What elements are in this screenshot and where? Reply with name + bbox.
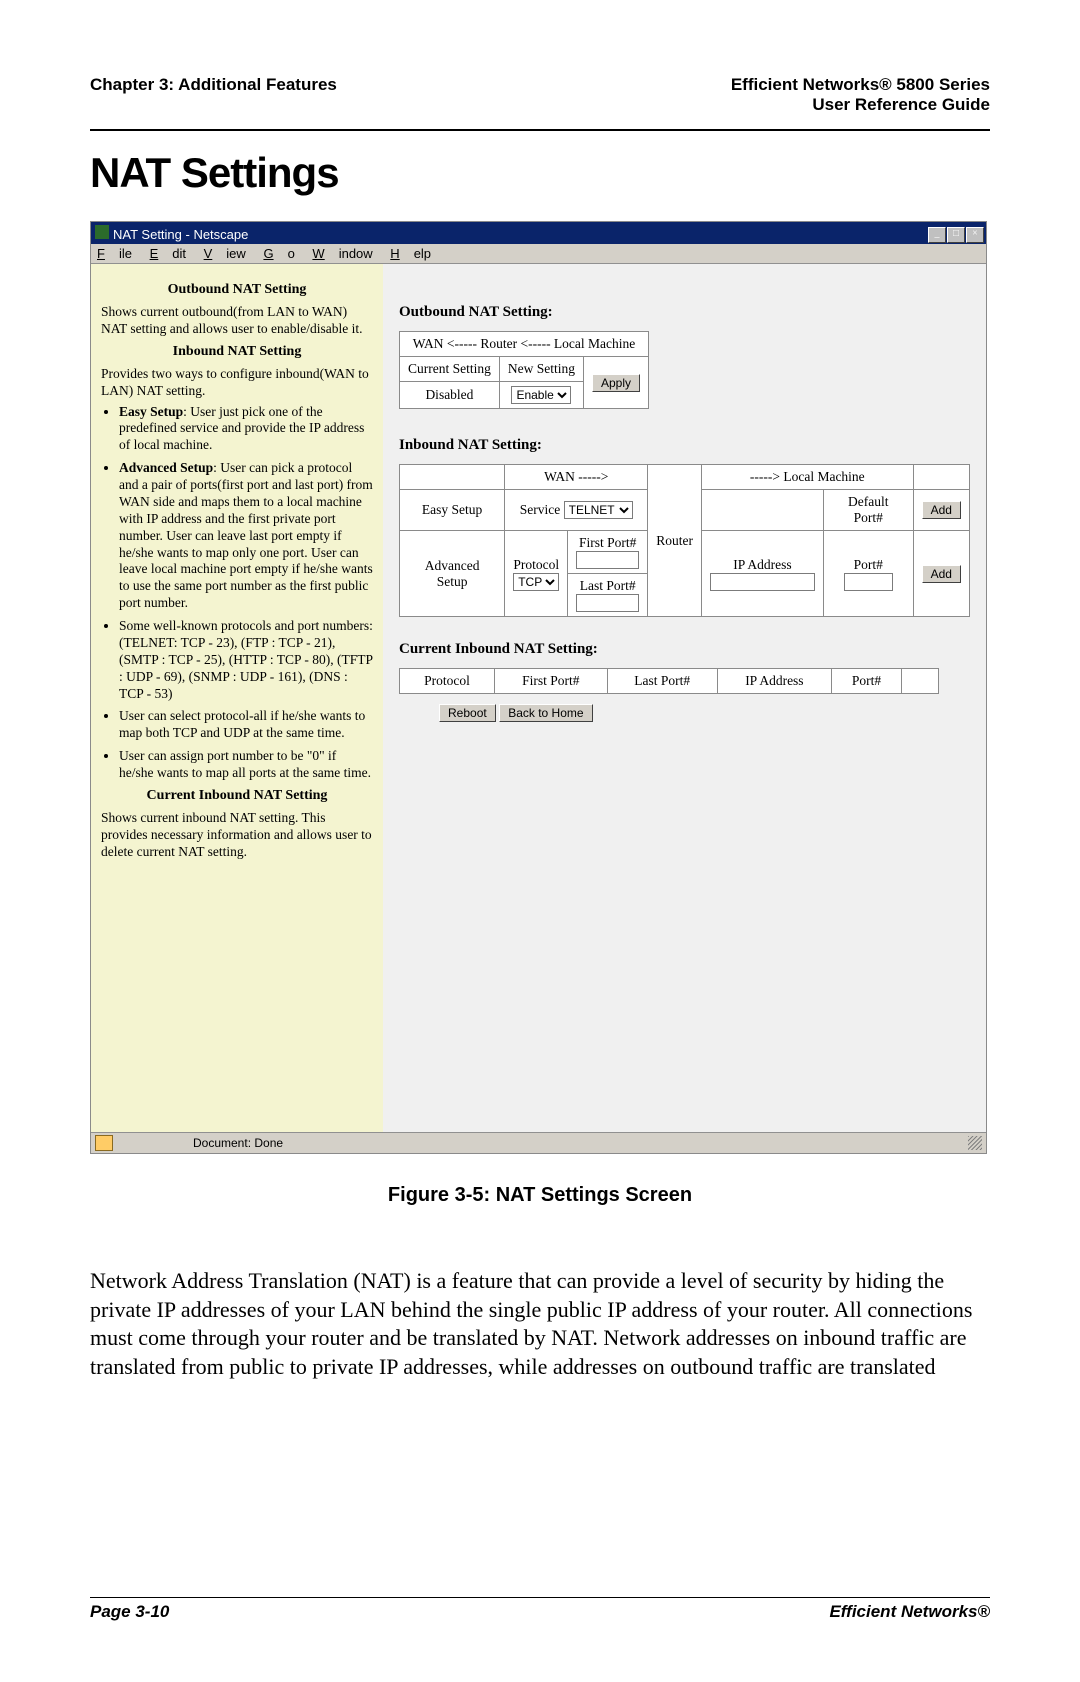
app-icon [95, 225, 109, 239]
wan-label: WAN -----> [505, 465, 648, 490]
col-ip: IP Address [717, 669, 831, 694]
resize-grip[interactable] [968, 1136, 982, 1150]
menu-file[interactable]: File [97, 246, 132, 261]
sb-h-current: Current Inbound NAT Setting [101, 788, 373, 804]
outbound-flow: WAN <----- Router <----- Local Machine [400, 332, 649, 357]
footer-brand: Efficient Networks® [829, 1602, 990, 1622]
menubar: File Edit View Go Window Help [91, 244, 986, 264]
sb-h-outbound: Outbound NAT Setting [101, 282, 373, 298]
body-paragraph: Network Address Translation (NAT) is a f… [90, 1267, 990, 1381]
port-label: Port# [854, 557, 883, 572]
sb-p-current: Shows current inbound NAT setting. This … [101, 810, 373, 861]
header-right-1: Efficient Networks® 5800 Series [731, 75, 990, 95]
sb-bullet: Easy Setup: Easy Setup: User just pick o… [119, 404, 373, 455]
first-port-label: First Port# [579, 535, 636, 550]
outbound-heading: Outbound NAT Setting: [399, 304, 970, 321]
add-adv-button[interactable]: Add [922, 565, 961, 583]
advanced-label: Advanced Setup [400, 531, 505, 617]
ip-label: IP Address [733, 557, 791, 572]
sb-h-inbound: Inbound NAT Setting [101, 344, 373, 360]
main-pane: Outbound NAT Setting: WAN <----- Router … [383, 264, 986, 1132]
current-heading: Current Inbound NAT Setting: [399, 641, 970, 658]
close-button[interactable]: × [966, 227, 984, 243]
maximize-button[interactable]: □ [947, 227, 965, 243]
sb-p-outbound: Shows current outbound(from LAN to WAN) … [101, 304, 373, 338]
page-title: NAT Settings [90, 149, 990, 197]
menu-view[interactable]: View [204, 246, 246, 261]
col-lastport: Last Port# [607, 669, 717, 694]
menu-window[interactable]: Window [312, 246, 372, 261]
current-table: Protocol First Port# Last Port# IP Addre… [399, 668, 939, 694]
ip-input[interactable] [710, 573, 815, 591]
default-port-label: Default Port# [823, 490, 913, 531]
reboot-button[interactable]: Reboot [439, 704, 496, 722]
col-port: Port# [831, 669, 901, 694]
router-label: Router [648, 465, 702, 617]
service-label: Service [520, 502, 560, 517]
sb-bullet: Some well-known protocols and port numbe… [119, 618, 373, 702]
first-port-input[interactable] [576, 551, 639, 569]
port-input[interactable] [844, 573, 893, 591]
protocol-select[interactable]: TCP [513, 573, 559, 591]
protocol-label: Protocol [513, 557, 559, 572]
col-current: Current Setting [400, 357, 500, 382]
status-text: Document: Done [193, 1136, 283, 1150]
header-right-2: User Reference Guide [731, 95, 990, 115]
inbound-heading: Inbound NAT Setting: [399, 437, 970, 454]
sb-bullet: User can select protocol-all if he/she w… [119, 708, 373, 742]
last-port-label: Last Port# [580, 578, 636, 593]
last-port-input[interactable] [576, 594, 639, 612]
add-easy-button[interactable]: Add [922, 501, 961, 519]
sb-bullet: User can assign port number to be "0" if… [119, 748, 373, 782]
sidebar: Outbound NAT Setting Shows current outbo… [91, 264, 383, 1132]
current-value: Disabled [400, 382, 500, 409]
menu-go[interactable]: Go [263, 246, 294, 261]
service-select[interactable]: TELNET [564, 501, 633, 519]
col-firstport: First Port# [494, 669, 607, 694]
sb-bullet: Advanced Setup: Advanced Setup: User can… [119, 460, 373, 612]
window-title: NAT Setting - Netscape [113, 227, 248, 242]
menu-help[interactable]: Help [390, 246, 431, 261]
inbound-table: WAN -----> Router -----> Local Machine E… [399, 464, 970, 617]
figure-caption: Figure 3-5: NAT Settings Screen [90, 1184, 990, 1207]
header-left: Chapter 3: Additional Features [90, 75, 337, 115]
new-setting-select[interactable]: Enable [511, 386, 571, 404]
screenshot-window: NAT Setting - Netscape _□× File Edit Vie… [90, 221, 987, 1154]
apply-button[interactable]: Apply [592, 374, 640, 392]
menu-edit[interactable]: Edit [150, 246, 186, 261]
footer-page: Page 3-10 [90, 1602, 169, 1622]
status-icon [95, 1135, 113, 1151]
back-home-button[interactable]: Back to Home [499, 704, 592, 722]
outbound-table: WAN <----- Router <----- Local Machine C… [399, 331, 649, 409]
minimize-button[interactable]: _ [928, 227, 946, 243]
col-new: New Setting [499, 357, 583, 382]
local-label: -----> Local Machine [701, 465, 913, 490]
col-protocol: Protocol [400, 669, 495, 694]
easy-label: Easy Setup [400, 490, 505, 531]
sb-p-inbound: Provides two ways to configure inbound(W… [101, 366, 373, 400]
